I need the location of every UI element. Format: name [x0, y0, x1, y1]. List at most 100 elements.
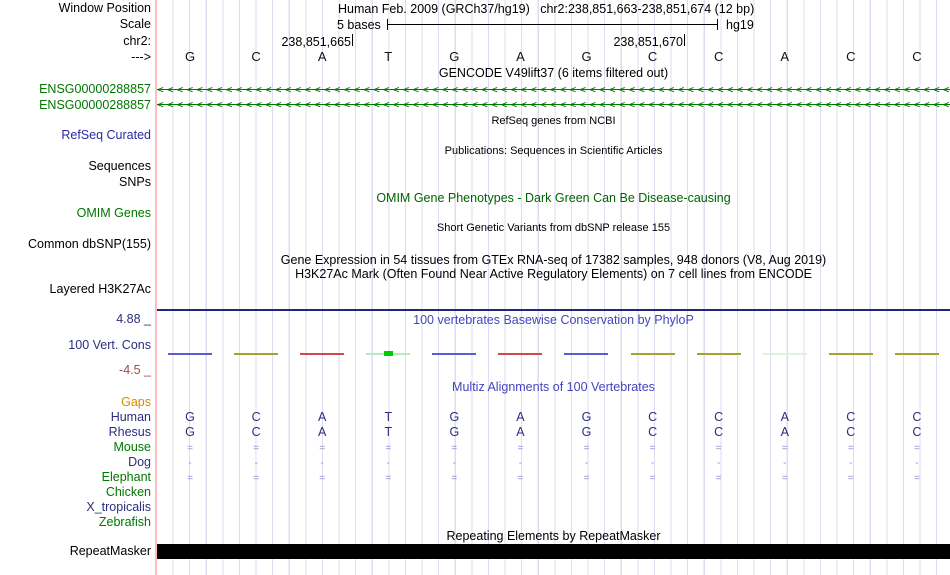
alignment-row-human[interactable]: GCATGAGCCACC	[157, 411, 950, 424]
alignment-cell: =	[187, 473, 193, 484]
alignment-cell: =	[649, 473, 656, 484]
gene-id-label-1[interactable]: ENSG00000288857	[0, 83, 151, 96]
coord-label-left: 238,851,665	[281, 35, 351, 49]
gene-id-label-2[interactable]: ENSG00000288857	[0, 99, 151, 112]
alignment-cell: C	[251, 49, 261, 64]
alignment-cell: C	[713, 49, 724, 64]
species-label-zebrafish[interactable]: Zebrafish	[0, 516, 151, 529]
gene-arrows-row-2[interactable]: <<<<<<<<<<<<<<<<<<<<<<<<<<<<<<<<<<<<<<<<…	[157, 98, 950, 111]
alignment-cell: C	[714, 410, 724, 424]
alignment-cell: C	[714, 425, 724, 439]
repeatmasker-track-title[interactable]: Repeating Elements by RepeatMasker	[157, 530, 950, 543]
alignment-cell: -	[716, 458, 721, 469]
species-label-x-tropicalis[interactable]: X_tropicalis	[0, 501, 151, 514]
alignment-cell: A	[516, 410, 525, 424]
alignment-row-rhesus[interactable]: GCATGAGCCACC	[157, 426, 950, 439]
alignment-cell: C	[912, 410, 922, 424]
alignment-cell: -	[254, 458, 258, 469]
phylop-segment	[498, 353, 543, 355]
base-sequence-row[interactable]: GCATGAGCCACC	[157, 50, 950, 63]
alignment-cell: =	[385, 473, 392, 484]
h3k27ac-track-title[interactable]: H3K27Ac Mark (Often Found Near Active Re…	[157, 268, 950, 281]
alignment-cell: A	[780, 425, 789, 439]
alignment-cell: A	[318, 425, 327, 439]
alignment-cell: =	[715, 473, 722, 484]
conservation-track-label[interactable]: 100 Vert. Cons	[0, 339, 151, 352]
alignment-cell: =	[847, 443, 854, 454]
omim-genes-label[interactable]: OMIM Genes	[0, 207, 151, 220]
sequences-label[interactable]: Sequences	[0, 160, 151, 173]
alignment-cell: G	[581, 410, 592, 424]
dbsnp-track-title[interactable]: Short Genetic Variants from dbSNP releas…	[157, 222, 950, 234]
phylop-segment	[564, 353, 609, 355]
phylop-segment	[234, 353, 279, 355]
repeatmasker-label[interactable]: RepeatMasker	[0, 545, 151, 558]
gaps-row-label[interactable]: Gaps	[0, 396, 151, 409]
phylop-segment	[630, 353, 675, 355]
alignment-cell: =	[781, 443, 788, 454]
phylop-segment-peak	[384, 351, 394, 356]
refseq-curated-label[interactable]: RefSeq Curated	[0, 129, 151, 142]
alignment-row-elephant[interactable]: = = = = = = = = = = = =	[157, 473, 950, 484]
phylop-track-title[interactable]: 100 vertebrates Basewise Conservation by…	[157, 314, 950, 327]
alignment-cell: -	[518, 458, 523, 469]
alignment-cell: C	[912, 425, 922, 439]
phylop-wiggle-track[interactable]	[157, 350, 950, 358]
alignment-cell: C	[846, 49, 856, 64]
coord-tick-right	[684, 34, 685, 46]
alignment-cell: T	[384, 49, 393, 64]
alignment-cell: =	[253, 443, 260, 454]
alignment-cell: =	[319, 443, 326, 454]
species-label-dog[interactable]: Dog	[0, 456, 151, 469]
alignment-cell: G	[449, 410, 460, 424]
phylop-segment	[762, 353, 807, 355]
species-label-rhesus[interactable]: Rhesus	[0, 426, 151, 439]
phylop-segment	[168, 353, 212, 355]
alignment-cell: C	[251, 425, 261, 439]
alignment-cell: C	[846, 425, 856, 439]
layered-h3k27ac-label[interactable]: Layered H3K27Ac	[0, 283, 151, 296]
alignment-cell: =	[517, 443, 524, 454]
gtex-track-title[interactable]: Gene Expression in 54 tissues from GTEx …	[157, 254, 950, 267]
snps-label[interactable]: SNPs	[0, 176, 151, 189]
refseq-track-title[interactable]: RefSeq genes from NCBI	[157, 115, 950, 127]
species-label-mouse[interactable]: Mouse	[0, 441, 151, 454]
alignment-cell: =	[913, 473, 920, 484]
alignment-cell: -	[783, 458, 787, 469]
gene-arrows-row-1[interactable]: <<<<<<<<<<<<<<<<<<<<<<<<<<<<<<<<<<<<<<<<…	[157, 83, 950, 96]
alignment-cell: =	[649, 443, 656, 454]
alignment-cell: =	[253, 473, 260, 484]
genome-browser-image: Window Position Scale chr2: ---> Human F…	[0, 0, 950, 575]
alignment-cell: =	[451, 443, 458, 454]
species-label-human[interactable]: Human	[0, 411, 151, 424]
alignment-cell: A	[780, 410, 789, 424]
gencode-track-title[interactable]: GENCODE V49lift37 (6 items filtered out)	[157, 67, 950, 80]
alignment-row-dog[interactable]: ------------	[157, 458, 950, 469]
coord-tick-left	[352, 34, 353, 46]
alignment-cell: A	[317, 49, 327, 64]
conservation-top-line	[157, 309, 950, 311]
scale-ruler-line	[387, 24, 718, 25]
alignment-cell: A	[516, 425, 525, 439]
multiz-track-title[interactable]: Multiz Alignments of 100 Vertebrates	[157, 381, 950, 394]
dbsnp-label[interactable]: Common dbSNP(155)	[0, 238, 151, 251]
alignment-cell: =	[385, 443, 392, 454]
species-label-chicken[interactable]: Chicken	[0, 486, 151, 499]
alignment-cell: G	[185, 410, 195, 424]
alignment-cell: =	[781, 473, 788, 484]
gene-arrowheads-2: <<<<<<<<<<<<<<<<<<<<<<<<<<<<<<<<<<<<<<<<…	[157, 98, 950, 111]
alignment-row-mouse[interactable]: = = = = = = = = = = = =	[157, 443, 950, 454]
scale-label: Scale	[119, 17, 151, 31]
publications-track-title[interactable]: Publications: Sequences in Scientific Ar…	[157, 145, 950, 157]
phylop-segment	[432, 353, 477, 355]
repeatmasker-element-bar[interactable]	[157, 544, 950, 559]
window-position-label: Window Position	[58, 1, 151, 15]
species-label-elephant[interactable]: Elephant	[0, 471, 151, 484]
alignment-cell: =	[847, 473, 854, 484]
alignment-cell: =	[913, 443, 920, 454]
alignment-cell: G	[185, 425, 195, 439]
genome-tag: hg19	[726, 18, 754, 32]
omim-track-title[interactable]: OMIM Gene Phenotypes - Dark Green Can Be…	[157, 192, 950, 205]
scale-value: 5 bases	[337, 18, 381, 32]
alignment-cell: G	[581, 425, 592, 439]
